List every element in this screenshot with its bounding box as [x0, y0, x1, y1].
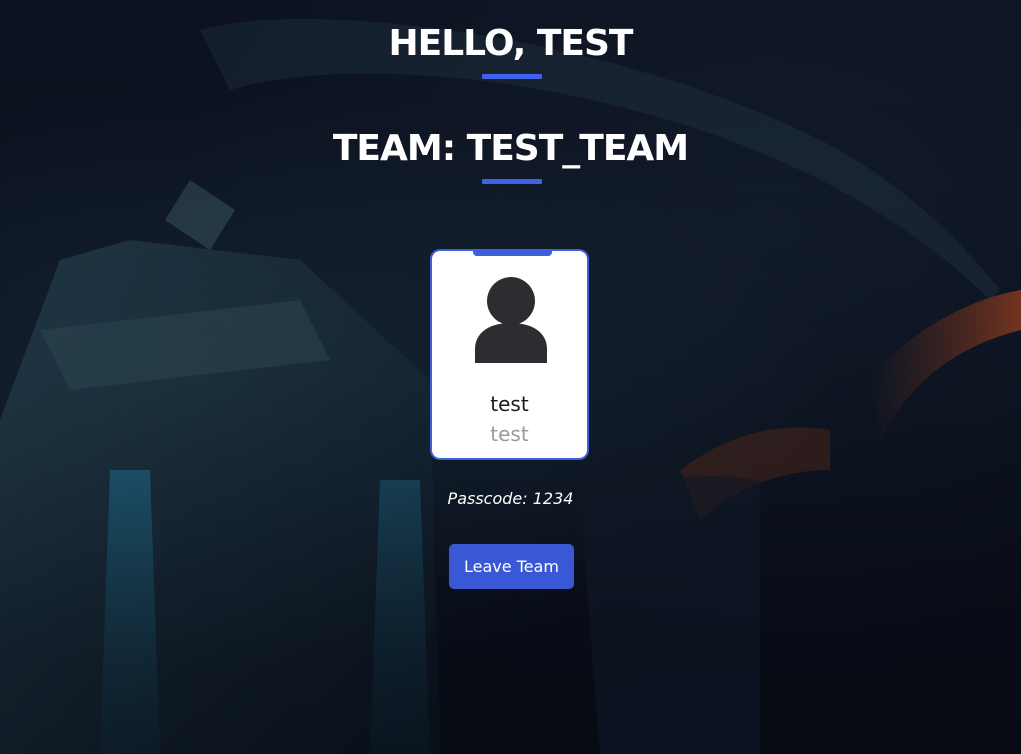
leave-team-button[interactable]: Leave Team: [449, 544, 574, 589]
greeting-underline: [482, 74, 542, 79]
user-icon: [475, 277, 547, 363]
member-name: test: [490, 392, 529, 416]
team-heading: TEAM: TEST_TEAM: [332, 128, 689, 169]
passcode-text: Passcode: 1234: [447, 489, 574, 508]
team-page: HELLO, TEST TEAM: TEST_TEAM test test Pa…: [0, 0, 1021, 754]
member-username: test: [490, 422, 529, 446]
team-underline: [482, 179, 542, 184]
greeting-heading: HELLO, TEST: [388, 23, 634, 64]
member-card: test test: [430, 249, 589, 460]
card-accent-bar: [473, 249, 552, 256]
